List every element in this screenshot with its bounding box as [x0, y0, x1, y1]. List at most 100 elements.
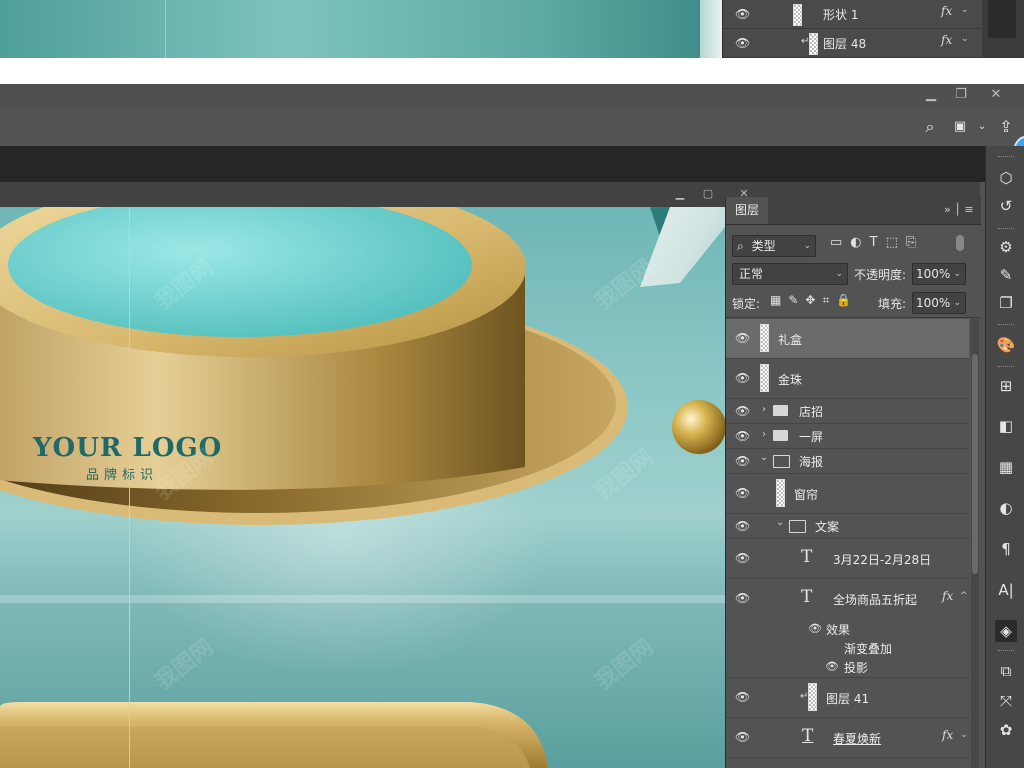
layer-row-group[interactable]: 👁 ⌄ 文案 [726, 514, 969, 539]
layer-row-warped-text[interactable]: 👁 T 春夏焕新 fx ⌄ [726, 718, 969, 758]
text-layer-icon: T [801, 587, 813, 607]
guide-line[interactable] [129, 207, 130, 768]
tool-strip-stub [988, 0, 1016, 38]
effect-row-drop-shadow[interactable]: 👁 投影 [726, 657, 969, 678]
properties-icon[interactable]: ✿ [995, 719, 1017, 741]
visibility-eye-icon[interactable]: 👁 [735, 331, 750, 345]
layers-icon[interactable]: ◈ [995, 620, 1017, 642]
visibility-eye-icon[interactable]: 👁 [735, 7, 750, 21]
restore-icon[interactable]: ▢ [700, 186, 716, 202]
opacity-field[interactable]: 100% ⌄ [912, 263, 966, 285]
layer-row-group[interactable]: 👁 ⌄ 海报 [726, 449, 969, 474]
lock-icons[interactable]: ▦✎✥⌗🔒 [770, 293, 858, 308]
fx-icon[interactable]: fx [942, 589, 953, 603]
chevron-down-icon[interactable]: ⌄ [776, 517, 784, 528]
layer-row-curtain[interactable]: 👁 窗帘 [726, 474, 969, 514]
visibility-eye-icon[interactable]: 👁 [735, 486, 750, 500]
brush-icon[interactable]: ✎ [995, 264, 1017, 286]
visibility-eye-icon[interactable]: 👁 [735, 551, 750, 565]
chevron-down-icon[interactable]: ⌄ [961, 34, 969, 44]
layer-thumbnail [776, 479, 785, 507]
minimize-icon[interactable]: ▁ [920, 87, 942, 103]
paths-icon[interactable]: ⤧ [995, 690, 1017, 712]
layer-row-text[interactable]: 👁 T 3月22日-2月28日 [726, 539, 969, 579]
visibility-eye-icon[interactable]: 👁 [735, 404, 750, 418]
chevron-right-icon[interactable]: › [762, 404, 766, 415]
gift-box-illustration [0, 207, 725, 768]
3d-cube-icon[interactable]: ⬡ [995, 167, 1017, 189]
visibility-eye-icon[interactable]: 👁 [735, 690, 750, 704]
chevron-down-icon: ⌄ [953, 269, 961, 279]
tab-layers[interactable]: 图层 [726, 197, 769, 224]
layer-row-pixel[interactable]: 👁 ↵ 图层 41 [726, 678, 969, 718]
layers-scrollbar[interactable] [971, 319, 979, 768]
visibility-eye-icon[interactable]: 👁 [735, 454, 750, 468]
fx-icon[interactable]: fx [941, 4, 952, 18]
logo-subtitle: 品牌标识 [86, 468, 159, 483]
search-icon[interactable]: ⌕ [920, 117, 940, 137]
grid-table-icon[interactable]: ▦ [995, 456, 1017, 478]
chevron-up-icon[interactable]: ^ [960, 591, 968, 601]
effects-label: 效果 [826, 623, 851, 637]
document-canvas[interactable]: YOUR LOGO 品牌标识 我图网 我图网 我图网 我图网 我图网 我图网 [0, 207, 725, 768]
layer-row-gift-box[interactable]: 👁 礼盒 [726, 319, 969, 359]
chevron-down-icon[interactable]: ⌄ [960, 730, 968, 740]
folder-open-icon [789, 520, 806, 533]
layer-row-group[interactable]: 👁 › 一屏 [726, 424, 969, 449]
layer-row[interactable]: 👁 ↵ 图层 48 fx ⌄ [723, 29, 981, 58]
restore-icon[interactable]: ❐ [950, 87, 972, 103]
clone-source-icon[interactable]: ❐ [995, 292, 1017, 314]
visibility-eye-icon[interactable]: 👁 [735, 429, 750, 443]
adjust-sliders-icon[interactable]: ⚙ [995, 236, 1017, 258]
visibility-eye-icon[interactable]: 👁 [735, 36, 750, 50]
fx-icon[interactable]: fx [941, 33, 952, 47]
grip-handle[interactable] [998, 156, 1014, 160]
filter-toggle[interactable] [956, 235, 964, 251]
history-icon[interactable]: ↺ [995, 195, 1017, 217]
chevron-down-icon[interactable]: ⌄ [760, 452, 768, 463]
visibility-eye-icon[interactable]: 👁 [808, 622, 822, 635]
visibility-eye-icon[interactable]: 👁 [825, 660, 839, 673]
chevron-right-icon[interactable]: › [762, 429, 766, 440]
opacity-value: 100% [916, 267, 951, 281]
visibility-eye-icon[interactable]: 👁 [735, 730, 750, 744]
layer-thumbnail [760, 324, 769, 352]
grip-handle[interactable] [998, 650, 1014, 654]
chevron-down-icon: ⌄ [835, 269, 843, 279]
paragraph-icon[interactable]: ¶ [995, 538, 1017, 560]
chevron-down-icon[interactable]: ⌄ [972, 117, 992, 137]
panel-menu-icon[interactable]: » │ ≡ [944, 203, 974, 216]
blend-mode-select[interactable]: 正常 ⌄ [732, 263, 848, 285]
swatches-palette-icon[interactable]: 🎨 [995, 334, 1017, 356]
layer-filter-select[interactable]: ⌕ 类型 ⌄ [732, 235, 816, 257]
navigator-icon[interactable]: ⊞ [995, 375, 1017, 397]
layer-row-group[interactable]: 👁 › 店招 [726, 399, 969, 424]
layer-name: 春夏焕新 [833, 732, 882, 746]
layer-row-gold-pearl[interactable]: 👁 金珠 [726, 359, 969, 399]
scrollbar-thumb[interactable] [972, 354, 978, 574]
share-icon[interactable]: ⇪ [996, 117, 1016, 137]
visibility-eye-icon[interactable]: 👁 [735, 519, 750, 533]
layer-name: 海报 [799, 455, 824, 469]
layer-row[interactable]: 👁 形状 1 fx ⌄ [723, 0, 981, 29]
window-separator [0, 58, 1024, 84]
chevron-down-icon[interactable]: ⌄ [961, 5, 969, 15]
grip-handle[interactable] [998, 324, 1014, 328]
effect-row-gradient-overlay[interactable]: 渐变叠加 [726, 638, 969, 657]
channels-icon[interactable]: ⧉ [995, 660, 1017, 682]
close-icon[interactable]: ✕ [985, 87, 1007, 103]
minimize-icon[interactable]: ▁ [672, 186, 688, 202]
grip-handle[interactable] [998, 366, 1014, 370]
character-icon[interactable]: A| [995, 579, 1017, 601]
visibility-eye-icon[interactable]: 👁 [735, 591, 750, 605]
grip-handle[interactable] [998, 228, 1014, 232]
layer-row-text[interactable]: 👁 T 全场商品五折起 fx ^ [726, 579, 969, 618]
adjustments-icon[interactable]: ◐ [995, 497, 1017, 519]
visibility-eye-icon[interactable]: 👁 [735, 371, 750, 385]
filter-type-icons[interactable]: ▭◐T⬚⎘ [830, 235, 924, 250]
effects-row[interactable]: 👁 效果 [726, 619, 969, 638]
fx-icon[interactable]: fx [942, 728, 953, 742]
gradient-icon[interactable]: ◧ [995, 415, 1017, 437]
workspace-icon[interactable]: ▣ [950, 117, 970, 137]
fill-field[interactable]: 100% ⌄ [912, 292, 966, 314]
